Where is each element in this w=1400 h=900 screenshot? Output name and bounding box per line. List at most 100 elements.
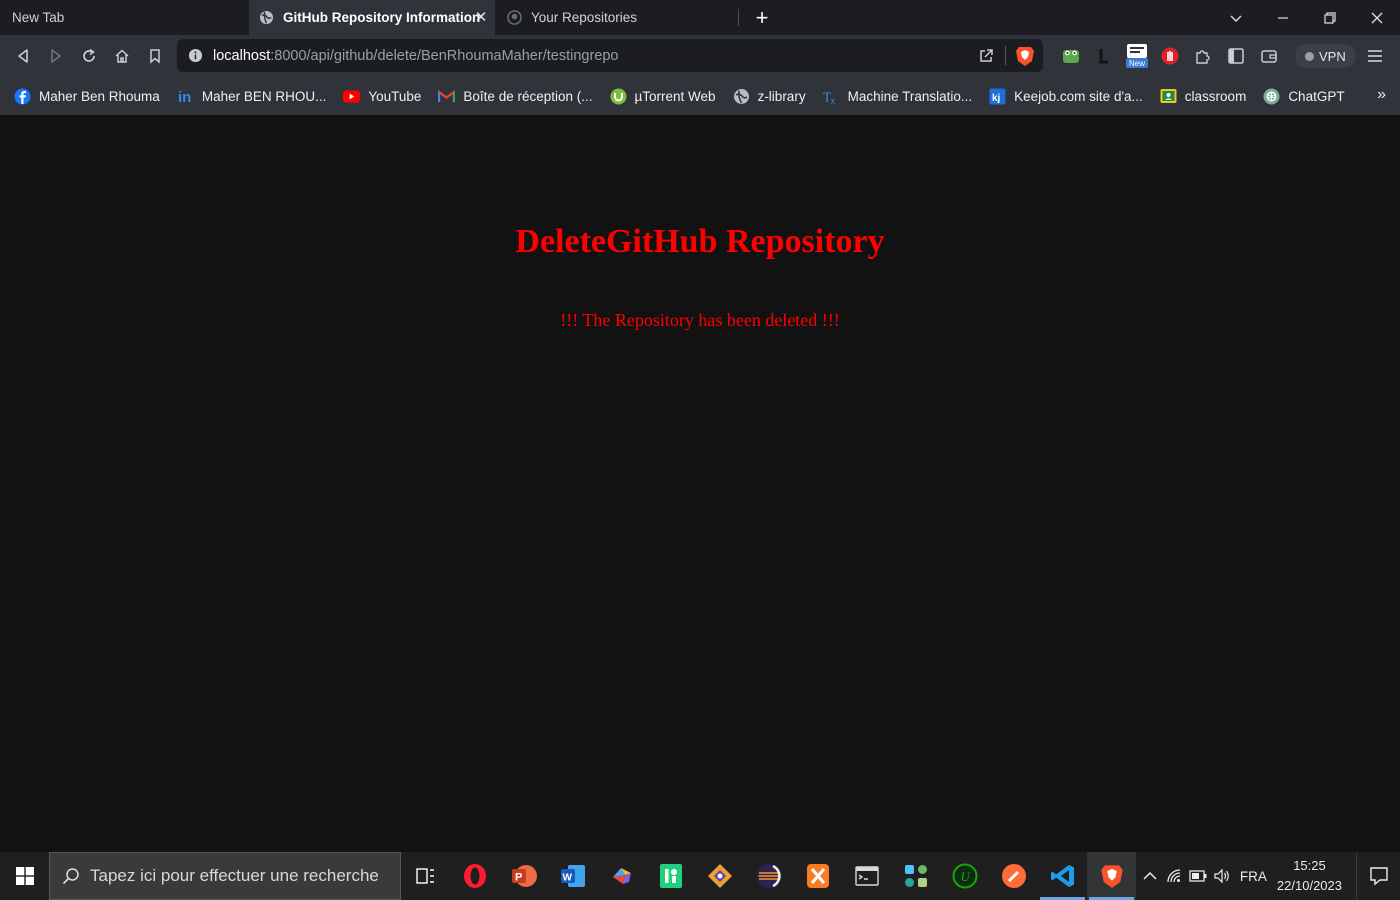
search-icon: [62, 868, 79, 885]
forward-button[interactable]: [39, 40, 72, 72]
bookmark-keejob[interactable]: kj Keejob.com site d'a...: [989, 88, 1143, 105]
network-button[interactable]: [1162, 852, 1186, 900]
bookmark-classroom[interactable]: classroom: [1160, 88, 1247, 105]
bookmark-linkedin[interactable]: in Maher BEN RHOU...: [177, 88, 326, 105]
close-tab-icon[interactable]: ✕: [473, 9, 489, 26]
windows-logo-icon: [15, 867, 34, 885]
browser-toolbar: localhost:8000/api/github/delete/BenRhou…: [0, 35, 1400, 77]
more-bookmarks-chevron-icon[interactable]: »: [1377, 86, 1386, 104]
svg-text:New: New: [1128, 59, 1144, 68]
terminal-taskbar-button[interactable]: [842, 852, 891, 900]
task-view-button[interactable]: [401, 852, 450, 900]
word-taskbar-button[interactable]: W: [548, 852, 597, 900]
terminal-icon: [854, 866, 879, 886]
reload-button[interactable]: [72, 40, 105, 72]
app-taskbar-button-5[interactable]: [597, 852, 646, 900]
app-taskbar-button-7[interactable]: [695, 852, 744, 900]
vpn-button[interactable]: VPN: [1295, 44, 1356, 68]
tab-separator: [738, 9, 739, 26]
input-language-indicator[interactable]: FRA: [1240, 869, 1267, 884]
bookmark-machine-translation[interactable]: Tx Machine Translatio...: [823, 88, 973, 105]
clock-time: 15:25: [1293, 858, 1326, 873]
bookmark-chatgpt[interactable]: ChatGPT: [1263, 88, 1345, 105]
notifications-button[interactable]: [1356, 852, 1400, 900]
restore-button[interactable]: [1306, 0, 1353, 35]
deletion-confirmation-message: !!! The Repository has been deleted !!!: [560, 310, 840, 330]
start-button[interactable]: [0, 852, 49, 900]
site-info-icon[interactable]: [188, 48, 203, 63]
brave-shields-icon[interactable]: [1015, 45, 1035, 67]
volume-button[interactable]: [1210, 852, 1234, 900]
taskbar-search-box[interactable]: Tapez ici pour effectuer une recherche: [49, 852, 401, 900]
bookmark-label: classroom: [1184, 88, 1247, 104]
back-arrow-icon: [17, 49, 28, 63]
upwork-taskbar-button[interactable]: U: [940, 852, 989, 900]
taskbar-clock[interactable]: 15:25 22/10/2023: [1277, 856, 1342, 896]
tab-title: GitHub Repository Information: [283, 10, 481, 25]
l-extension-button[interactable]: [1087, 40, 1120, 72]
bookmark-zlibrary[interactable]: z-library: [733, 88, 806, 105]
wallet-icon: [1260, 50, 1277, 63]
svg-text:x: x: [830, 96, 835, 104]
zlibrary-icon: [733, 88, 750, 105]
tab-your-repositories[interactable]: Your Repositories: [495, 0, 739, 35]
tab-strip: New Tab GitHub Repository Information ✕ …: [0, 0, 1400, 35]
bookmark-maher-ben-rhouma[interactable]: Maher Ben Rhouma: [14, 88, 160, 105]
address-bar-separator: [1005, 46, 1006, 65]
linkedin-icon: in: [177, 88, 194, 105]
tab-search-button[interactable]: [1212, 0, 1259, 35]
eclipse-taskbar-button[interactable]: [744, 852, 793, 900]
share-icon[interactable]: [978, 47, 995, 64]
back-button[interactable]: [6, 40, 39, 72]
tab-github-repository-information[interactable]: GitHub Repository Information ✕: [249, 0, 495, 35]
bookmark-label: Keejob.com site d'a...: [1014, 88, 1143, 104]
svg-text:kj: kj: [992, 93, 1001, 104]
xampp-taskbar-button[interactable]: [793, 852, 842, 900]
opera-taskbar-button[interactable]: [450, 852, 499, 900]
frog-extension-button[interactable]: [1054, 40, 1087, 72]
classroom-icon: [1160, 88, 1177, 105]
wallet-button[interactable]: [1252, 40, 1285, 72]
close-icon: [1371, 12, 1382, 23]
bookmark-page-button[interactable]: [138, 40, 171, 72]
url-text[interactable]: localhost:8000/api/github/delete/BenRhou…: [213, 48, 618, 64]
minimize-button[interactable]: [1259, 0, 1306, 35]
opera-icon: [463, 864, 486, 888]
word-icon: W: [560, 865, 585, 887]
vscode-taskbar-button[interactable]: [1038, 852, 1087, 900]
news-extension-button[interactable]: New: [1120, 40, 1153, 72]
vpn-label: VPN: [1319, 48, 1346, 64]
red-extension-button[interactable]: [1153, 40, 1186, 72]
powerpoint-taskbar-button[interactable]: P: [499, 852, 548, 900]
bookmark-youtube[interactable]: YouTube: [343, 88, 421, 105]
app-taskbar-button-11[interactable]: [891, 852, 940, 900]
bookmark-gmail[interactable]: Boîte de réception (...: [438, 88, 593, 105]
app-taskbar-button-6[interactable]: [646, 852, 695, 900]
app-taskbar-button-13[interactable]: [989, 852, 1038, 900]
task-view-icon: [415, 868, 434, 884]
show-hidden-icons-button[interactable]: [1138, 852, 1162, 900]
brave-taskbar-button[interactable]: [1087, 852, 1136, 900]
sidebar-icon: [1227, 48, 1244, 64]
browser-window: New Tab GitHub Repository Information ✕ …: [0, 0, 1400, 900]
bookmark-label: µTorrent Web: [634, 88, 716, 104]
battery-button[interactable]: [1186, 852, 1210, 900]
system-tray: FRA 15:25 22/10/2023: [1138, 852, 1400, 900]
extensions-button[interactable]: [1186, 40, 1219, 72]
hand-stop-icon: [1161, 47, 1178, 65]
home-button[interactable]: [105, 40, 138, 72]
sidebar-toggle-button[interactable]: [1219, 40, 1252, 72]
tab-title: Your Repositories: [531, 10, 638, 25]
bookmark-utorrent[interactable]: µTorrent Web: [610, 88, 716, 105]
page-title: DeleteGitHub Repository: [515, 223, 885, 260]
battery-icon: [1189, 870, 1207, 882]
main-menu-button[interactable]: [1356, 40, 1394, 72]
facebook-icon: [14, 88, 31, 105]
bookmark-label: Machine Translatio...: [847, 88, 973, 104]
tab-new-tab[interactable]: New Tab: [0, 0, 249, 35]
address-bar[interactable]: localhost:8000/api/github/delete/BenRhou…: [177, 39, 1043, 72]
close-window-button[interactable]: [1353, 0, 1400, 35]
new-tab-button[interactable]: +: [739, 0, 785, 35]
window-controls: [1212, 0, 1400, 35]
reload-icon: [82, 48, 95, 62]
